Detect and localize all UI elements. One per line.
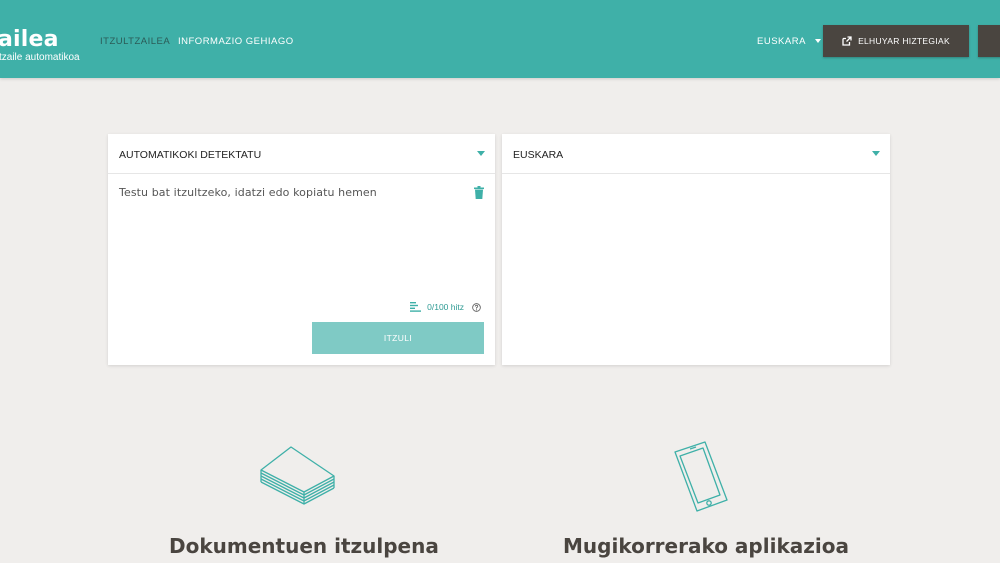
text-lines-icon — [410, 302, 422, 312]
external-link-icon — [842, 36, 852, 46]
brand-subtitle: tzaile automatikoa — [0, 52, 80, 63]
help-icon[interactable] — [472, 302, 481, 312]
word-counter: 0/100 hitz — [410, 302, 481, 312]
word-count-value: 0/100 hitz — [427, 302, 464, 312]
top-header-bar: ailea tzaile automatikoa ITZULTZAILEA IN… — [0, 0, 1000, 78]
caret-down-icon — [814, 39, 821, 44]
elhuyar-dictionaries-button[interactable]: ELHUYAR HIZTEGIAK — [823, 25, 969, 57]
trash-icon[interactable] — [474, 186, 484, 199]
nav-more-info[interactable]: INFORMAZIO GEHIAGO — [178, 36, 294, 47]
documents-icon[interactable] — [258, 444, 338, 508]
mobile-app-title[interactable]: Mugikorrerako aplikazioa — [563, 534, 849, 558]
documents-translation-title[interactable]: Dokumentuen itzulpena — [169, 534, 439, 558]
target-language-label: EUSKARA — [513, 149, 564, 161]
interface-language-select[interactable]: EUSKARA — [757, 36, 821, 47]
target-language-select[interactable]: EUSKARA — [502, 134, 890, 174]
source-language-label: AUTOMATIKOKI DETEKTATU — [119, 149, 262, 161]
smartphone-icon[interactable] — [672, 440, 730, 514]
brand-title[interactable]: ailea — [0, 27, 59, 52]
header-extra-button[interactable] — [978, 25, 1000, 57]
interface-language-label: EUSKARA — [757, 36, 806, 47]
chevron-down-icon[interactable] — [872, 151, 880, 156]
elhuyar-dictionaries-label: ELHUYAR HIZTEGIAK — [858, 36, 950, 46]
target-panel: EUSKARA — [502, 134, 890, 365]
chevron-down-icon[interactable] — [477, 151, 485, 156]
nav-translator[interactable]: ITZULTZAILEA — [100, 36, 170, 47]
source-language-select[interactable]: AUTOMATIKOKI DETEKTATU — [108, 134, 495, 174]
translate-button[interactable]: ITZULI — [312, 322, 484, 354]
source-text-input[interactable]: Testu bat itzultzeko, idatzi edo kopiatu… — [119, 186, 377, 199]
source-panel: AUTOMATIKOKI DETEKTATU Testu bat itzultz… — [108, 134, 495, 365]
